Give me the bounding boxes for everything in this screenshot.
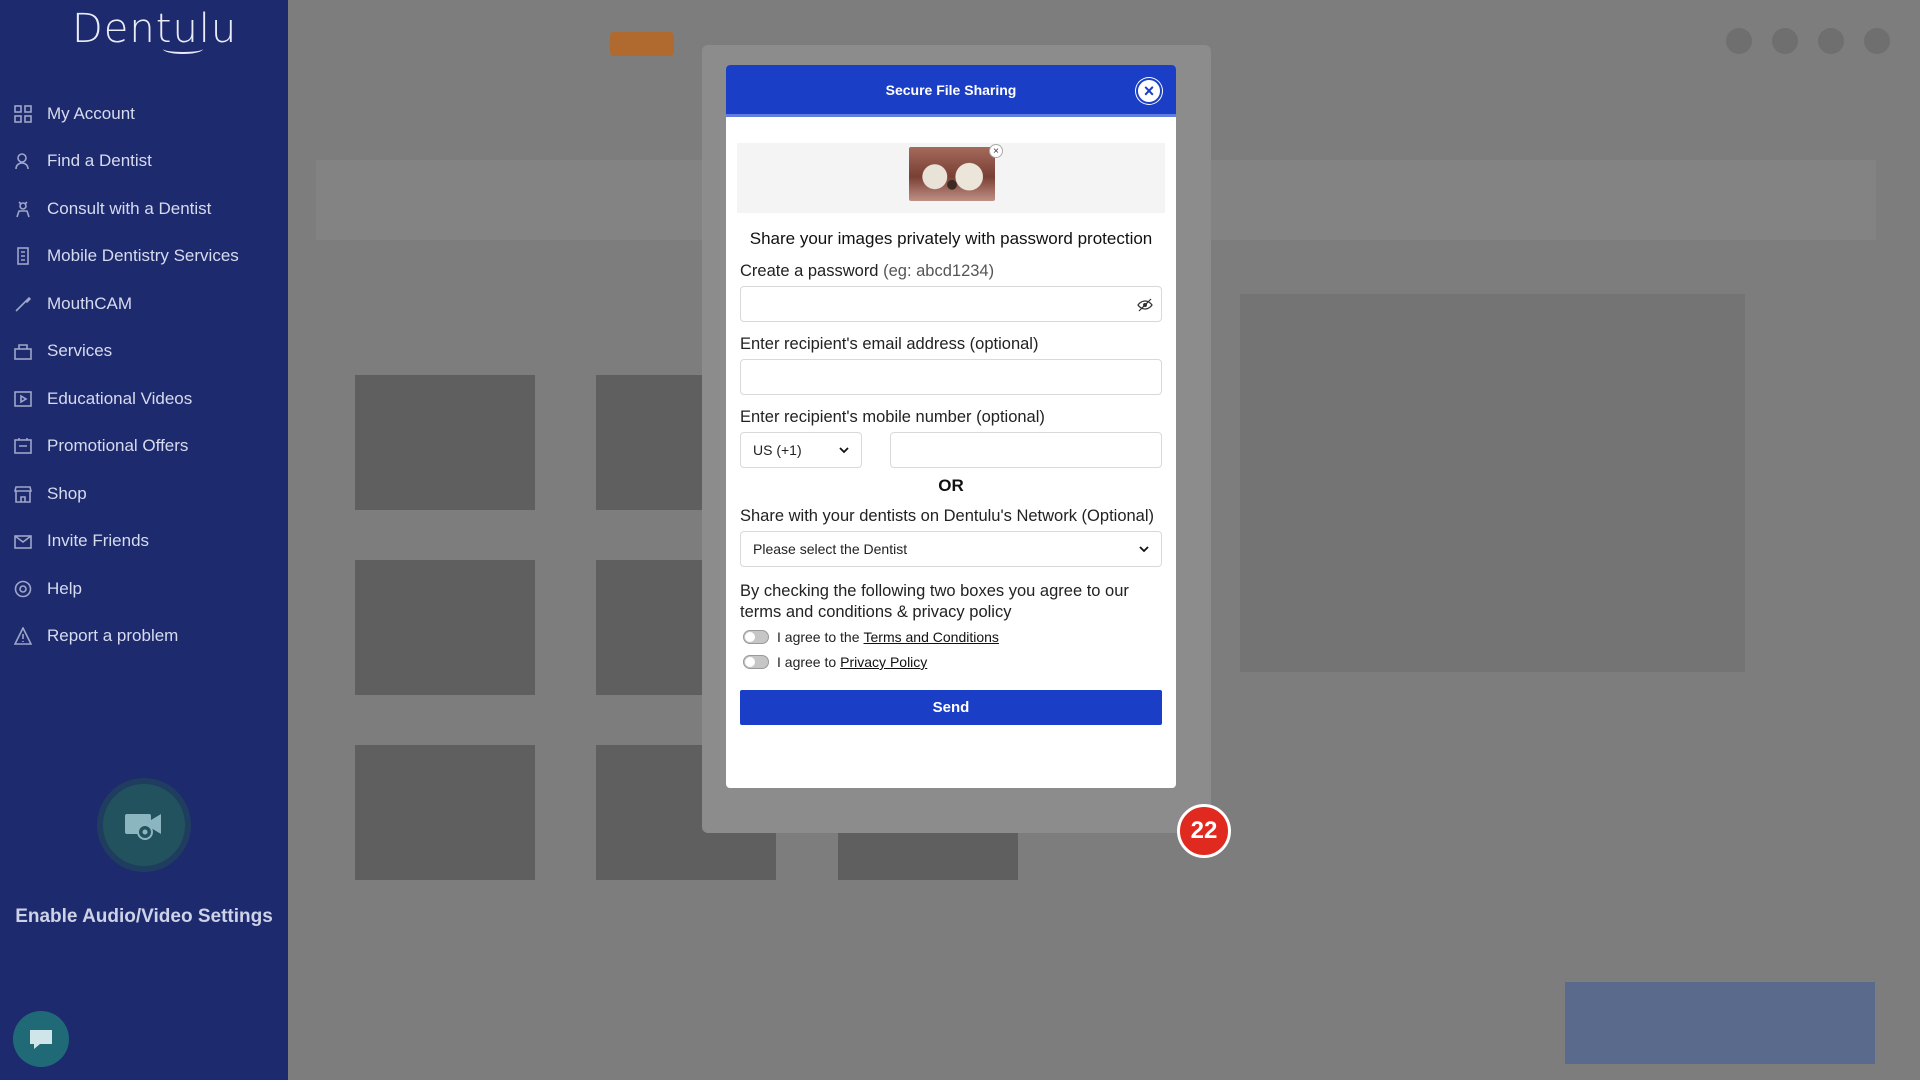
password-input[interactable] — [740, 286, 1162, 322]
sidebar-item-label: Services — [47, 341, 113, 361]
sidebar-item-mouthcam[interactable]: MouthCAM — [0, 280, 288, 328]
modal-title: Secure File Sharing — [885, 81, 1017, 98]
sidebar-item-my-account[interactable]: My Account — [0, 90, 288, 138]
sidebar-item-consult[interactable]: Consult with a Dentist — [0, 185, 288, 233]
terms-prefix: I agree to the — [777, 629, 860, 645]
sidebar-item-educational-videos[interactable]: Educational Videos — [0, 375, 288, 423]
close-icon: × — [993, 145, 999, 157]
privacy-toggle[interactable] — [743, 655, 769, 669]
password-hint: (eg: abcd1234) — [883, 262, 995, 280]
modal-header: Secure File Sharing × — [726, 65, 1176, 117]
sidebar-item-label: Shop — [47, 483, 87, 503]
sidebar-item-services[interactable]: Services — [0, 328, 288, 376]
email-label: Enter recipient's email address (optiona… — [740, 335, 1039, 353]
logo-smile — [163, 44, 203, 54]
dentist-select[interactable]: Please select the Dentist — [740, 531, 1162, 567]
email-input[interactable] — [740, 359, 1162, 395]
close-button[interactable]: × — [1136, 78, 1162, 104]
services-icon — [14, 342, 32, 361]
share-heading: Share your images privately with passwor… — [749, 229, 1153, 248]
sidebar: Dentulu My Account Find a Dentist Consul… — [0, 0, 288, 1080]
agreement-text: By checking the following two boxes you … — [740, 582, 1129, 621]
sidebar-item-shop[interactable]: Shop — [0, 470, 288, 518]
eye-slash-icon[interactable] — [1137, 297, 1153, 313]
password-label-text: Create a password — [740, 262, 879, 280]
remove-image-button[interactable]: × — [989, 144, 1003, 158]
camera-settings-icon — [125, 814, 161, 840]
sidebar-item-mobile-dentistry[interactable]: Mobile Dentistry Services — [0, 233, 288, 281]
shared-image-thumbnail — [909, 147, 995, 201]
sidebar-item-label: Promotional Offers — [47, 436, 189, 456]
step-badge: 22 — [1177, 804, 1231, 858]
audio-video-settings-button[interactable] — [97, 778, 191, 872]
invite-icon — [14, 532, 32, 550]
chat-bubble-icon — [30, 1030, 52, 1049]
background-top-icons — [1726, 28, 1890, 54]
sidebar-item-label: Consult with a Dentist — [47, 198, 212, 218]
background-thumbnail — [355, 745, 535, 880]
video-icon — [14, 390, 32, 408]
camera-wand-icon — [14, 295, 32, 313]
sidebar-item-label: Invite Friends — [47, 531, 150, 551]
dentulu-logo[interactable]: Dentulu — [72, 6, 237, 52]
background-thumbnail — [355, 375, 535, 510]
sidebar-item-label: Mobile Dentistry Services — [47, 246, 239, 266]
background-thumbnail — [355, 560, 535, 695]
password-label: Create a password (eg: abcd1234) — [740, 262, 1162, 281]
sidebar-item-help[interactable]: Help — [0, 565, 288, 613]
background-upgrade-pill — [610, 32, 674, 56]
chat-button[interactable] — [13, 1011, 69, 1067]
mobile-label: Enter recipient's mobile number (optiona… — [740, 408, 1045, 426]
dentist-select-value: Please select the Dentist — [753, 541, 908, 557]
share-form: Create a password (eg: abcd1234) Enter r… — [726, 262, 1176, 725]
mobile-row: US (+1) — [740, 432, 1162, 468]
sidebar-item-report-problem[interactable]: Report a problem — [0, 613, 288, 661]
or-separator: OR — [938, 476, 964, 495]
tag-icon — [14, 437, 32, 455]
building-icon — [14, 247, 32, 266]
close-icon: × — [1143, 80, 1155, 101]
grid-icon — [14, 104, 32, 123]
chevron-down-icon — [839, 446, 849, 453]
network-label: Share with your dentists on Dentulu's Ne… — [740, 507, 1155, 525]
warning-icon — [14, 627, 32, 646]
sidebar-item-label: My Account — [47, 103, 135, 123]
chevron-down-icon — [1139, 545, 1149, 552]
sidebar-item-promotional-offers[interactable]: Promotional Offers — [0, 423, 288, 471]
user-search-icon — [14, 152, 32, 170]
privacy-prefix: I agree to — [777, 654, 837, 670]
sidebar-nav: My Account Find a Dentist Consult with a… — [0, 90, 288, 660]
terms-toggle-row: I agree to the Terms and Conditions — [740, 629, 1162, 645]
background-promo-card — [1565, 982, 1875, 1064]
av-settings-label: Enable Audio/Video Settings — [15, 906, 273, 927]
image-preview-area: × — [737, 143, 1165, 213]
secure-file-sharing-modal: Secure File Sharing × × Share your image… — [726, 65, 1176, 788]
terms-link[interactable]: Terms and Conditions — [864, 629, 999, 645]
sidebar-item-label: MouthCAM — [47, 293, 133, 313]
sidebar-item-label: Help — [47, 578, 82, 598]
send-button[interactable]: Send — [740, 690, 1162, 725]
terms-toggle[interactable] — [743, 630, 769, 644]
consult-icon — [14, 200, 32, 218]
privacy-toggle-row: I agree to Privacy Policy — [740, 654, 1162, 670]
country-code-value: US (+1) — [753, 442, 802, 458]
privacy-link[interactable]: Privacy Policy — [840, 654, 927, 670]
help-icon — [14, 580, 32, 598]
shop-icon — [14, 485, 32, 503]
mobile-number-input[interactable] — [890, 432, 1162, 468]
sidebar-item-label: Educational Videos — [47, 388, 193, 408]
country-code-select[interactable]: US (+1) — [740, 432, 862, 468]
sidebar-item-invite-friends[interactable]: Invite Friends — [0, 518, 288, 566]
sidebar-item-label: Find a Dentist — [47, 151, 152, 171]
background-camera-view — [1240, 294, 1745, 672]
sidebar-item-label: Report a problem — [47, 626, 179, 646]
sidebar-item-find-dentist[interactable]: Find a Dentist — [0, 138, 288, 186]
